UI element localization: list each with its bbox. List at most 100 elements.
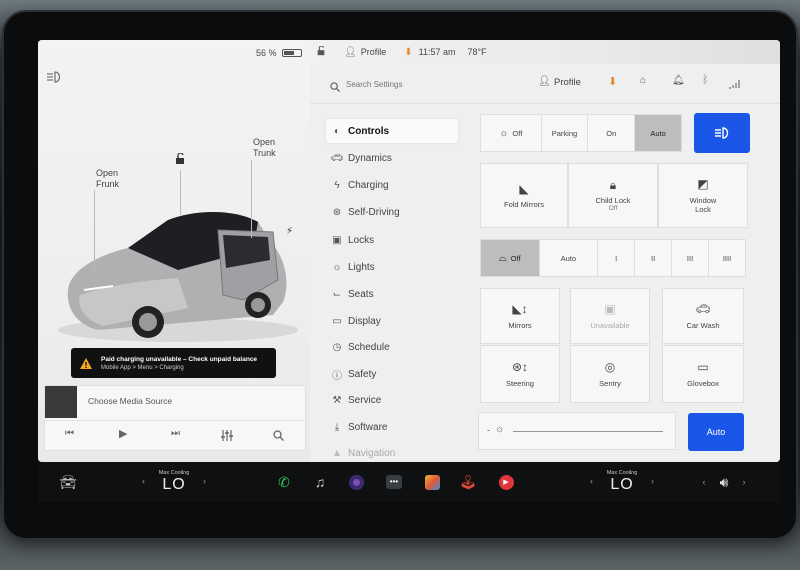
menu-item-software[interactable]: ⤓ Software bbox=[326, 415, 458, 439]
profile-button[interactable]: Profile bbox=[554, 77, 581, 88]
brightness-sun-icon: ☼ bbox=[495, 424, 505, 435]
menu-item-controls[interactable]: ◐ Controls bbox=[326, 119, 458, 143]
wiper-icon: ⌓ bbox=[498, 252, 507, 264]
fold-mirrors-button[interactable]: ◣ Fold Mirrors bbox=[480, 163, 568, 228]
profile-icon[interactable]: 👤︎ bbox=[538, 76, 551, 87]
driver-temp-down-icon[interactable]: ‹ bbox=[142, 476, 145, 486]
touchscreen: 56 % Open Frunk Open Trunk ⚡ Paid chargi… bbox=[38, 40, 780, 462]
menu-item-navigation[interactable]: ▲ Navigation bbox=[326, 441, 458, 462]
wiper-speed-3[interactable]: III bbox=[672, 240, 710, 276]
steering-adjust-icon: ⊛↕ bbox=[511, 360, 529, 375]
charge-port-icon[interactable]: ⚡ bbox=[286, 226, 293, 237]
camera-icon: ▣ bbox=[604, 302, 616, 317]
car-icon: 🚗︎ bbox=[330, 152, 344, 164]
glovebox-icon: ▭ bbox=[697, 360, 709, 375]
taskbar: 🚘︎ ‹ Max Cooling LO › ✆ ♫ ••• 🕹︎ ▶ ‹ Max… bbox=[38, 462, 780, 502]
search-input[interactable] bbox=[346, 75, 496, 93]
unavailable-button: ▣ Unavailable bbox=[570, 288, 650, 344]
homelink-icon[interactable]: ⌂ bbox=[640, 75, 646, 86]
bolt-icon: ϟ bbox=[334, 179, 340, 191]
car-wash-button[interactable]: 🚗︎ Car Wash bbox=[662, 288, 744, 344]
glovebox-button[interactable]: ▭ Glovebox bbox=[662, 345, 744, 403]
lock-status-icon[interactable] bbox=[316, 44, 326, 59]
menu-item-schedule[interactable]: ◷ Schedule bbox=[326, 335, 458, 359]
door-lock-icon[interactable] bbox=[174, 152, 186, 170]
outside-temperature: 78°F bbox=[467, 47, 487, 57]
download-icon[interactable]: ⬇ bbox=[404, 47, 412, 58]
media-source-label[interactable]: Choose Media Source bbox=[88, 396, 172, 406]
steering-adjust-button[interactable]: ⊛↕ Steering bbox=[480, 345, 560, 403]
sentry-button[interactable]: ◎ Sentry bbox=[570, 345, 650, 403]
open-frunk-button[interactable]: Open Frunk bbox=[96, 168, 119, 190]
equalizer-icon[interactable] bbox=[221, 428, 233, 446]
navigation-icon: ▲ bbox=[332, 447, 342, 459]
passenger-temp-up-icon[interactable]: › bbox=[651, 476, 654, 486]
phone-icon[interactable]: ✆ bbox=[274, 462, 294, 502]
lights-on-option[interactable]: On bbox=[588, 115, 636, 151]
arcade-joystick-icon[interactable]: 🕹︎ bbox=[458, 462, 478, 502]
lock-icon: ▣ bbox=[332, 234, 342, 246]
brightness-slider-track[interactable]: - ☼ bbox=[478, 412, 676, 450]
charging-alert[interactable]: Paid charging unavailable – Check unpaid… bbox=[71, 348, 276, 378]
play-icon[interactable]: ▶ bbox=[119, 427, 127, 440]
menu-item-charging[interactable]: ϟ Charging bbox=[326, 173, 458, 197]
child-lock-icon: 🔒︎ bbox=[609, 177, 617, 192]
lights-off-option[interactable]: ☼ Off bbox=[481, 115, 542, 151]
lock-pointer-line bbox=[180, 170, 181, 215]
clock-time: 11:57 am bbox=[418, 47, 456, 57]
camera-app-icon[interactable] bbox=[346, 462, 366, 502]
high-beam-button[interactable] bbox=[694, 113, 750, 153]
child-lock-button[interactable]: 🔒︎ Child Lock Off bbox=[568, 163, 658, 228]
more-apps-icon[interactable]: ••• bbox=[384, 462, 404, 502]
settings-panel: 👤︎ Profile ⬇ 11:57 am 78°F 👤︎ Profile ⬇ … bbox=[310, 40, 780, 462]
car-menu-icon[interactable]: 🚘︎ bbox=[56, 462, 80, 502]
headlights-selector: ☼ Off Parking On Auto bbox=[480, 114, 682, 152]
window-lock-button[interactable]: ◩ Window Lock bbox=[658, 163, 748, 228]
wiper-speed-4[interactable]: IIII bbox=[709, 240, 745, 276]
passenger-temperature-control[interactable]: ‹ Max Cooling LO › bbox=[582, 462, 662, 502]
video-app-icon[interactable]: ▶ bbox=[496, 462, 516, 502]
passenger-temp-down-icon[interactable]: ‹ bbox=[590, 476, 593, 486]
lights-parking-option[interactable]: Parking bbox=[542, 115, 589, 151]
wiper-selector: ⌓ Off Auto I II III IIII bbox=[480, 239, 746, 277]
brightness-auto-button[interactable]: Auto bbox=[688, 413, 744, 451]
toybox-icon[interactable] bbox=[422, 462, 442, 502]
status-profile-icon[interactable]: 👤︎ bbox=[344, 47, 357, 58]
music-icon[interactable]: ♫ bbox=[310, 462, 330, 502]
volume-speaker-icon[interactable]: 🔊︎ bbox=[714, 462, 734, 502]
menu-item-service[interactable]: ⚒ Service bbox=[326, 388, 458, 412]
menu-item-dynamics[interactable]: 🚗︎ Dynamics bbox=[326, 146, 458, 170]
media-search-icon[interactable] bbox=[273, 428, 284, 446]
menu-item-display[interactable]: ▭ Display bbox=[326, 309, 458, 333]
wiper-off-option[interactable]: ⌓ Off bbox=[481, 240, 540, 276]
menu-item-lights[interactable]: ☼ Lights bbox=[326, 255, 458, 279]
menu-item-seats[interactable]: ⌙ Seats bbox=[326, 282, 458, 306]
menu-item-locks[interactable]: ▣ Locks bbox=[326, 228, 458, 252]
album-art bbox=[45, 386, 77, 418]
menu-item-safety[interactable]: ⓘ Safety bbox=[326, 362, 458, 386]
volume-up-icon[interactable]: › bbox=[738, 462, 750, 502]
status-bar: 👤︎ Profile ⬇ 11:57 am 78°F bbox=[310, 40, 780, 64]
wiper-speed-2[interactable]: II bbox=[635, 240, 673, 276]
menu-item-self-driving[interactable]: ⊛ Self-Driving bbox=[326, 200, 458, 224]
status-profile-label[interactable]: Profile bbox=[361, 47, 387, 57]
open-trunk-button[interactable]: Open Trunk bbox=[253, 137, 276, 159]
lights-auto-option[interactable]: Auto bbox=[635, 115, 681, 151]
wiper-speed-1[interactable]: I bbox=[598, 240, 636, 276]
warning-icon bbox=[80, 357, 92, 369]
media-player: Choose Media Source ⏮ ▶ ⏭ bbox=[44, 385, 307, 451]
bluetooth-icon[interactable]: ᛒ bbox=[702, 74, 709, 86]
battery-percentage: 56 % bbox=[256, 48, 277, 58]
driver-temp-up-icon[interactable]: › bbox=[203, 476, 206, 486]
brightness-slider-bar[interactable] bbox=[513, 431, 663, 432]
notification-bell-icon[interactable]: 🔔︎ bbox=[672, 75, 685, 86]
wiper-auto-option[interactable]: Auto bbox=[540, 240, 599, 276]
volume-down-icon[interactable]: ‹ bbox=[698, 462, 710, 502]
mirror-icon: ◣ bbox=[519, 181, 529, 196]
software-update-icon[interactable]: ⬇ bbox=[608, 75, 617, 88]
previous-track-icon[interactable]: ⏮ bbox=[65, 428, 74, 439]
wrench-icon: ⚒ bbox=[332, 394, 342, 406]
next-track-icon[interactable]: ⏭ bbox=[171, 428, 180, 439]
mirrors-adjust-button[interactable]: ◣↕ Mirrors bbox=[480, 288, 560, 344]
driver-temperature-control[interactable]: ‹ Max Cooling LO › bbox=[134, 462, 214, 502]
